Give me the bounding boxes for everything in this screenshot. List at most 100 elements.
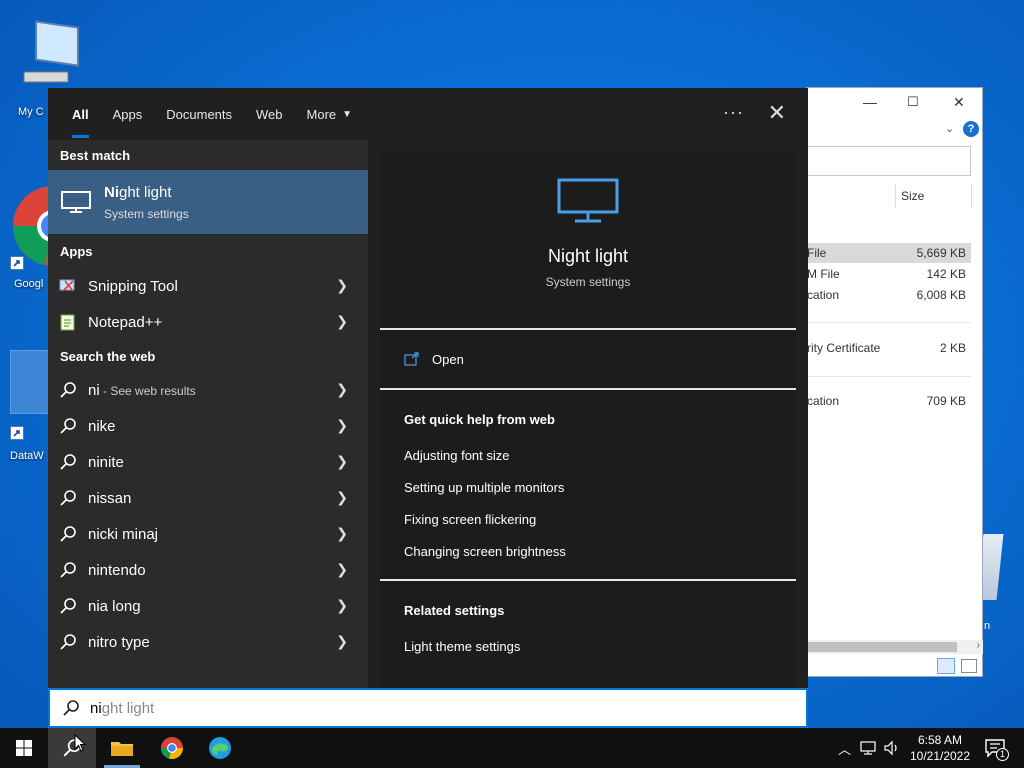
web-result-nintendo[interactable]: nintendo ❯ [48,552,368,588]
section-header-apps: Apps [60,243,93,259]
expand-ribbon-icon[interactable]: ⌄ [945,122,954,135]
edge-icon [209,737,231,759]
web-result-label: nia long [88,597,141,615]
help-link[interactable]: Changing screen brightness [380,535,796,567]
large-icons-view-icon[interactable] [961,659,977,673]
chevron-right-icon[interactable]: ❯ [336,561,348,578]
search-field[interactable] [807,146,971,176]
file-explorer-window: — ☐ ✕ ⌄ ? Size File 5,669 KB M File 142 … [806,87,983,677]
preview-title: Night light [547,246,629,266]
column-divider [895,184,896,208]
volume-icon[interactable] [883,740,901,756]
chevron-right-icon[interactable]: ❯ [336,417,348,434]
preview-pane: Night light System settings Open Get qui… [380,152,796,688]
snipping-tool-icon [59,279,75,292]
start-button[interactable] [0,728,48,768]
shortcut-arrow-icon [10,256,24,270]
show-hidden-icons-icon[interactable]: ︿ [838,739,851,758]
network-icon[interactable] [859,740,877,756]
column-header-size[interactable]: Size [901,189,924,203]
tab-documents[interactable]: Documents [154,88,244,140]
chevron-right-icon[interactable]: ❯ [336,489,348,506]
preview-header: Night light System settings [380,152,796,328]
results-list: Best match Night light System settings A… [48,140,368,688]
action-center-button[interactable]: 1 [980,736,1010,762]
chevron-right-icon[interactable]: ❯ [336,633,348,650]
group-divider [807,376,971,377]
chrome-icon [160,737,184,760]
chevron-right-icon[interactable]: ❯ [336,525,348,542]
app-result-notepad-plus-plus[interactable]: Notepad++ ❯ [48,304,368,340]
close-icon[interactable]: ✕ [768,100,786,126]
mouse-cursor-icon [74,734,87,752]
chrome-taskbar-button[interactable] [148,728,196,768]
web-result-nia-long[interactable]: nia long ❯ [48,588,368,624]
shortcut-arrow-icon [10,426,24,440]
chevron-right-icon[interactable]: ❯ [336,313,348,330]
web-result-nicki-minaj[interactable]: nicki minaj ❯ [48,516,368,552]
search-icon [60,634,76,650]
details-view-icon[interactable] [937,658,955,674]
search-icon [60,418,76,434]
tab-more[interactable]: More ▼ [295,88,365,140]
best-match-kind: System settings [104,206,189,221]
file-type: rity Certificate [807,341,881,355]
chevron-right-icon[interactable]: ❯ [336,453,348,470]
tab-apps[interactable]: Apps [101,88,155,140]
desktop-icon-label: n [984,620,991,632]
search-tabs: All Apps Documents Web More ▼ ··· ✕ [48,88,808,140]
more-options-icon[interactable]: ··· [723,102,744,123]
web-result-label: nintendo [88,561,146,579]
folder-icon [111,742,133,756]
chevron-right-icon[interactable]: ❯ [336,597,348,614]
section-header-search-web: Search the web [60,348,156,364]
file-size: 709 KB [926,394,966,408]
search-icon [60,490,76,506]
file-explorer-taskbar-button[interactable] [98,728,146,768]
help-icon[interactable]: ? [963,121,979,137]
desktop-icon-label: Googl [14,278,44,290]
scrollbar-thumb[interactable] [807,642,957,652]
windows-logo-icon [16,740,32,756]
close-button[interactable]: ✕ [953,94,965,111]
related-link[interactable]: Light theme settings [380,630,796,662]
search-query-typed: ni [90,699,102,717]
help-link[interactable]: Fixing screen flickering [380,503,796,535]
web-result-suffix: - See web results [99,383,196,398]
caret-down-icon: ▼ [342,108,353,120]
tab-web[interactable]: Web [244,88,295,140]
web-result-ninite[interactable]: ninite ❯ [48,444,368,480]
related-settings-header: Related settings [404,603,505,618]
edge-taskbar-button[interactable] [196,728,244,768]
minimize-button[interactable]: — [863,94,877,110]
app-result-snipping-tool[interactable]: Snipping Tool ❯ [48,268,368,304]
desktop-icon-recycle-bin[interactable]: n [976,534,1024,634]
search-icon [60,454,76,470]
clock[interactable]: 6:58 AM 10/21/2022 [906,732,974,764]
search-input[interactable]: night light [90,700,154,717]
horizontal-scrollbar[interactable]: › [807,640,983,654]
scroll-right-icon[interactable]: › [977,640,980,651]
web-result-see-web-results[interactable]: ni - See web results ❯ [48,372,368,408]
web-result-term: ni [88,381,100,399]
tab-all[interactable]: All [60,88,101,140]
help-link[interactable]: Adjusting font size [380,439,796,471]
open-action-label: Open [432,351,464,367]
best-match-result[interactable]: Night light System settings [48,170,368,234]
help-link[interactable]: Setting up multiple monitors [380,471,796,503]
web-result-nitro-type[interactable]: nitro type ❯ [48,624,368,660]
web-result-nissan[interactable]: nissan ❯ [48,480,368,516]
maximize-button[interactable]: ☐ [907,94,919,110]
file-size: 5,669 KB [916,246,966,260]
chevron-right-icon[interactable]: ❯ [336,381,348,398]
desktop-icon-label: DataW [10,450,44,462]
search-taskbar-button[interactable] [48,728,96,768]
search-icon [63,700,79,716]
web-result-nike[interactable]: nike ❯ [48,408,368,444]
monitor-icon [557,178,619,223]
search-box[interactable]: night light [48,688,808,728]
chevron-right-icon[interactable]: ❯ [336,277,348,294]
open-action[interactable]: Open [380,330,796,388]
file-type: cation [807,288,840,302]
section-header-best-match: Best match [60,147,131,163]
